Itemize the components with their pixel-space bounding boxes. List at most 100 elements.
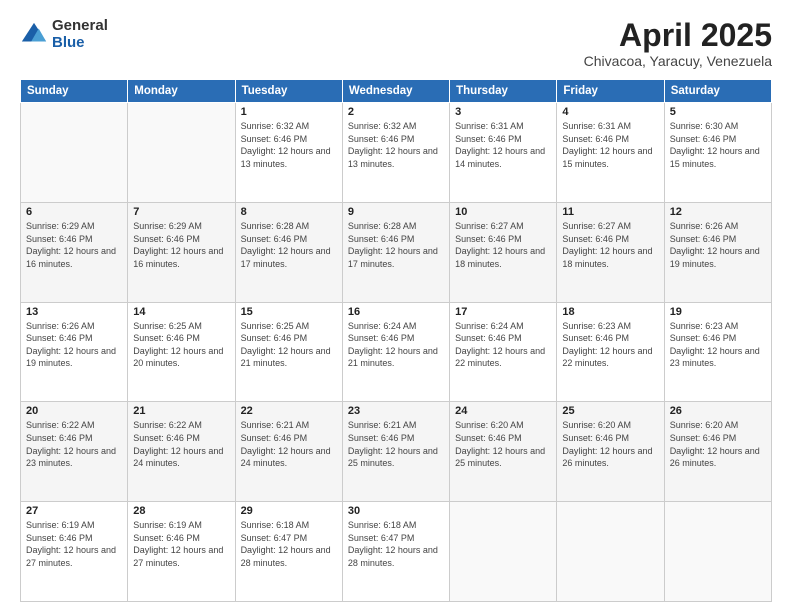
day-info: Sunrise: 6:19 AM Sunset: 6:46 PM Dayligh… <box>133 519 229 569</box>
calendar-week-row: 20Sunrise: 6:22 AM Sunset: 6:46 PM Dayli… <box>21 402 772 502</box>
day-of-week-header: Monday <box>128 80 235 103</box>
calendar-cell: 20Sunrise: 6:22 AM Sunset: 6:46 PM Dayli… <box>21 402 128 502</box>
day-info: Sunrise: 6:25 AM Sunset: 6:46 PM Dayligh… <box>133 320 229 370</box>
day-number: 11 <box>562 206 658 218</box>
day-number: 21 <box>133 405 229 417</box>
day-info: Sunrise: 6:29 AM Sunset: 6:46 PM Dayligh… <box>133 220 229 270</box>
day-of-week-header: Friday <box>557 80 664 103</box>
day-info: Sunrise: 6:25 AM Sunset: 6:46 PM Dayligh… <box>241 320 337 370</box>
day-info: Sunrise: 6:18 AM Sunset: 6:47 PM Dayligh… <box>241 519 337 569</box>
day-number: 28 <box>133 505 229 517</box>
day-number: 13 <box>26 306 122 318</box>
calendar-cell: 21 Sunrise: 6:22 AM Sunset: 6:46 PM Dayli… <box>128 402 235 502</box>
day-info: Sunrise: 6:23 AM Sunset: 6:46 PM Dayligh… <box>562 320 658 370</box>
calendar-cell: 2 Sunrise: 6:32 AM Sunset: 6:46 PM Daylig… <box>342 103 449 203</box>
calendar-cell <box>557 502 664 602</box>
day-info: Sunrise: 6:20 AM Sunset: 6:46 PM Dayligh… <box>562 419 658 469</box>
calendar-cell: 30 Sunrise: 6:18 AM Sunset: 6:47 PM Dayli… <box>342 502 449 602</box>
day-info: Sunrise: 6:27 AM Sunset: 6:46 PM Dayligh… <box>455 220 551 270</box>
day-info: Sunrise: 6:28 AM Sunset: 6:46 PM Dayligh… <box>241 220 337 270</box>
day-number: 18 <box>562 306 658 318</box>
day-number: 19 <box>670 306 766 318</box>
day-of-week-header: Tuesday <box>235 80 342 103</box>
day-info: Sunrise: 6:22 AM Sunset: 6:46 PM Dayligh… <box>26 419 122 469</box>
calendar-cell: 4Sunrise: 6:31 AM Sunset: 6:46 PM Daylig… <box>557 103 664 203</box>
calendar-cell: 29 Sunrise: 6:18 AM Sunset: 6:47 PM Dayli… <box>235 502 342 602</box>
day-number: 30 <box>348 505 444 517</box>
calendar-cell <box>21 103 128 203</box>
day-info: Sunrise: 6:29 AM Sunset: 6:46 PM Dayligh… <box>26 220 122 270</box>
calendar-cell: 19 Sunrise: 6:23 AM Sunset: 6:46 PM Dayli… <box>664 302 771 402</box>
calendar-cell: 22 Sunrise: 6:21 AM Sunset: 6:46 PM Dayli… <box>235 402 342 502</box>
day-info: Sunrise: 6:24 AM Sunset: 6:46 PM Dayligh… <box>455 320 551 370</box>
header: General Blue April 2025 Chivacoa, Yaracu… <box>20 18 772 69</box>
calendar-cell <box>128 103 235 203</box>
calendar-cell: 9 Sunrise: 6:28 AM Sunset: 6:46 PM Daylig… <box>342 202 449 302</box>
calendar-cell: 26 Sunrise: 6:20 AM Sunset: 6:46 PM Dayli… <box>664 402 771 502</box>
day-info: Sunrise: 6:23 AM Sunset: 6:46 PM Dayligh… <box>670 320 766 370</box>
calendar-cell: 6 Sunrise: 6:29 AM Sunset: 6:46 PM Daylig… <box>21 202 128 302</box>
day-number: 22 <box>241 405 337 417</box>
calendar-cell: 11 Sunrise: 6:27 AM Sunset: 6:46 PM Dayli… <box>557 202 664 302</box>
day-number: 9 <box>348 206 444 218</box>
day-number: 6 <box>26 206 122 218</box>
day-info: Sunrise: 6:19 AM Sunset: 6:46 PM Dayligh… <box>26 519 122 569</box>
calendar-cell: 18 Sunrise: 6:23 AM Sunset: 6:46 PM Dayli… <box>557 302 664 402</box>
day-number: 17 <box>455 306 551 318</box>
location-subtitle: Chivacoa, Yaracuy, Venezuela <box>584 53 772 69</box>
calendar-week-row: 1 Sunrise: 6:32 AM Sunset: 6:46 PM Daylig… <box>21 103 772 203</box>
calendar-cell: 7 Sunrise: 6:29 AM Sunset: 6:46 PM Daylig… <box>128 202 235 302</box>
calendar-cell: 27 Sunrise: 6:19 AM Sunset: 6:46 PM Dayli… <box>21 502 128 602</box>
calendar-cell: 23 Sunrise: 6:21 AM Sunset: 6:46 PM Dayli… <box>342 402 449 502</box>
calendar-cell: 15Sunrise: 6:25 AM Sunset: 6:46 PM Dayli… <box>235 302 342 402</box>
day-info: Sunrise: 6:30 AM Sunset: 6:46 PM Dayligh… <box>670 120 766 170</box>
day-info: Sunrise: 6:28 AM Sunset: 6:46 PM Dayligh… <box>348 220 444 270</box>
day-of-week-header: Saturday <box>664 80 771 103</box>
logo-icon <box>20 21 48 49</box>
day-number: 5 <box>670 106 766 118</box>
day-info: Sunrise: 6:32 AM Sunset: 6:46 PM Dayligh… <box>348 120 444 170</box>
day-number: 14 <box>133 306 229 318</box>
day-number: 10 <box>455 206 551 218</box>
day-of-week-header: Thursday <box>450 80 557 103</box>
day-number: 7 <box>133 206 229 218</box>
calendar-cell: 12Sunrise: 6:26 AM Sunset: 6:46 PM Dayli… <box>664 202 771 302</box>
calendar-cell: 17 Sunrise: 6:24 AM Sunset: 6:46 PM Dayli… <box>450 302 557 402</box>
day-number: 25 <box>562 405 658 417</box>
calendar-cell: 10 Sunrise: 6:27 AM Sunset: 6:46 PM Dayli… <box>450 202 557 302</box>
calendar-cell: 28 Sunrise: 6:19 AM Sunset: 6:46 PM Dayli… <box>128 502 235 602</box>
day-number: 27 <box>26 505 122 517</box>
day-number: 29 <box>241 505 337 517</box>
day-info: Sunrise: 6:20 AM Sunset: 6:46 PM Dayligh… <box>670 419 766 469</box>
calendar-week-row: 6 Sunrise: 6:29 AM Sunset: 6:46 PM Daylig… <box>21 202 772 302</box>
logo: General Blue <box>20 18 108 51</box>
calendar-cell <box>664 502 771 602</box>
logo-general: General <box>52 18 108 35</box>
day-number: 4 <box>562 106 658 118</box>
day-info: Sunrise: 6:21 AM Sunset: 6:46 PM Dayligh… <box>348 419 444 469</box>
day-number: 26 <box>670 405 766 417</box>
day-of-week-header: Sunday <box>21 80 128 103</box>
logo-text: General Blue <box>52 18 108 51</box>
calendar-cell: 13Sunrise: 6:26 AM Sunset: 6:46 PM Dayli… <box>21 302 128 402</box>
month-title: April 2025 <box>584 18 772 53</box>
calendar-week-row: 27 Sunrise: 6:19 AM Sunset: 6:46 PM Dayli… <box>21 502 772 602</box>
day-number: 8 <box>241 206 337 218</box>
day-info: Sunrise: 6:22 AM Sunset: 6:46 PM Dayligh… <box>133 419 229 469</box>
day-number: 24 <box>455 405 551 417</box>
day-info: Sunrise: 6:31 AM Sunset: 6:46 PM Dayligh… <box>455 120 551 170</box>
calendar-cell: 8 Sunrise: 6:28 AM Sunset: 6:46 PM Daylig… <box>235 202 342 302</box>
calendar-cell: 16Sunrise: 6:24 AM Sunset: 6:46 PM Dayli… <box>342 302 449 402</box>
title-area: April 2025 Chivacoa, Yaracuy, Venezuela <box>584 18 772 69</box>
day-number: 1 <box>241 106 337 118</box>
day-number: 2 <box>348 106 444 118</box>
calendar-cell: 24Sunrise: 6:20 AM Sunset: 6:46 PM Dayli… <box>450 402 557 502</box>
calendar-cell: 3Sunrise: 6:31 AM Sunset: 6:46 PM Daylig… <box>450 103 557 203</box>
calendar-week-row: 13Sunrise: 6:26 AM Sunset: 6:46 PM Dayli… <box>21 302 772 402</box>
day-info: Sunrise: 6:32 AM Sunset: 6:46 PM Dayligh… <box>241 120 337 170</box>
day-number: 23 <box>348 405 444 417</box>
day-info: Sunrise: 6:21 AM Sunset: 6:46 PM Dayligh… <box>241 419 337 469</box>
calendar-cell: 5 Sunrise: 6:30 AM Sunset: 6:46 PM Daylig… <box>664 103 771 203</box>
day-info: Sunrise: 6:18 AM Sunset: 6:47 PM Dayligh… <box>348 519 444 569</box>
day-info: Sunrise: 6:27 AM Sunset: 6:46 PM Dayligh… <box>562 220 658 270</box>
